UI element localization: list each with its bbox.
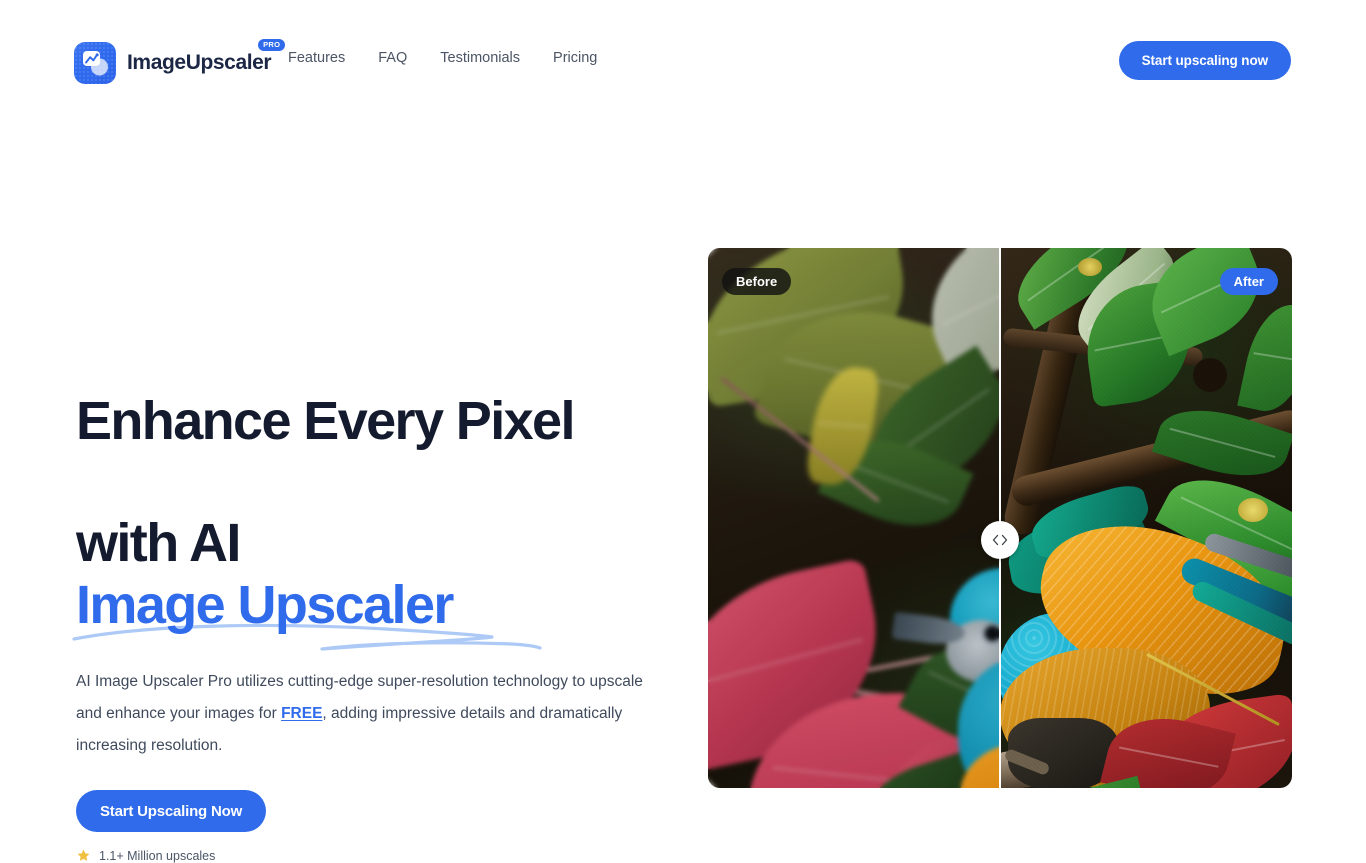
brand-name: ImageUpscaler PRO — [127, 39, 286, 75]
nav-item-testimonials[interactable]: Testimonials — [440, 50, 553, 66]
image-chart-icon — [74, 42, 116, 84]
after-label-badge: After — [1219, 268, 1278, 295]
rating-row: 1.1+ Million upscales — [76, 848, 676, 863]
hero-heading-accent: Image Upscaler — [76, 575, 454, 635]
hero-heading-line2: with AI — [76, 513, 241, 573]
pro-badge: PRO — [258, 39, 286, 51]
brand-name-text: ImageUpscaler — [127, 51, 272, 74]
hero-content: Enhance Every Pixel with AI Image Upscal… — [72, 330, 676, 863]
main-nav: Features FAQ Testimonials Pricing — [288, 50, 597, 66]
hero-heading-line1: Enhance Every Pixel — [76, 391, 576, 451]
rating-text: 1.1+ Million upscales — [99, 848, 216, 863]
brand-logo[interactable]: ImageUpscaler PRO — [74, 39, 286, 84]
nav-item-faq[interactable]: FAQ — [378, 50, 440, 66]
free-link[interactable]: FREE — [281, 705, 322, 722]
site-header: ImageUpscaler PRO Features FAQ Testimoni… — [0, 0, 1366, 120]
hero-start-upscaling-button[interactable]: Start Upscaling Now — [76, 790, 267, 832]
hero-description: AI Image Upscaler Pro utilizes cutting-e… — [76, 666, 666, 762]
before-image-pane — [708, 248, 1000, 788]
after-image — [1000, 248, 1292, 788]
comparison-slider-handle[interactable] — [981, 521, 1019, 559]
hero-heading-accent-wrap: Image Upscaler — [72, 575, 542, 651]
star-icon — [77, 849, 90, 861]
before-label-badge: Before — [722, 268, 792, 295]
header-start-upscaling-button[interactable]: Start upscaling now — [1118, 41, 1291, 80]
hero-heading: Enhance Every Pixel with AI — [76, 330, 676, 574]
before-image — [708, 248, 1000, 788]
before-after-comparison[interactable]: Before After — [708, 248, 1292, 788]
comparison-divider — [999, 248, 1001, 788]
nav-item-features[interactable]: Features — [288, 50, 378, 66]
nav-item-pricing[interactable]: Pricing — [553, 50, 597, 66]
after-image-pane — [1000, 248, 1292, 788]
chevron-left-right-icon — [992, 534, 1008, 546]
